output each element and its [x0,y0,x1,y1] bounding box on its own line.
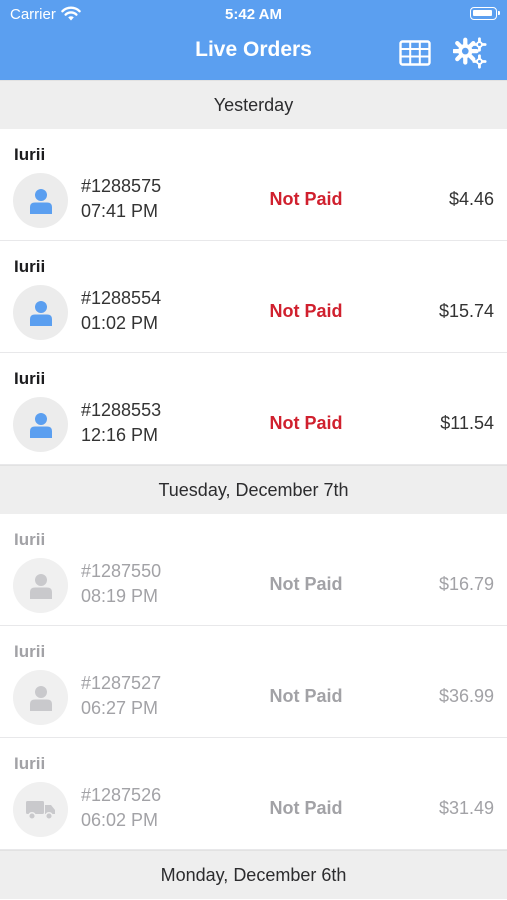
order-number: #1288575 [81,176,162,196]
status-bar: Carrier 5:42 AM [0,0,507,28]
section-header: Tuesday, December 7th [0,465,507,514]
payment-status: Not Paid [269,798,343,818]
orders-list: Yesterday Iurii #1288575 07:41 PM Not Pa… [0,80,507,899]
order-row[interactable]: Iurii #1288554 01:02 PM Not Paid $15.74 [0,241,507,353]
payment-status: Not Paid [269,301,343,321]
order-number: #1287550 [81,561,162,581]
person-icon [29,188,52,214]
avatar [13,670,68,725]
order-number: #1288553 [81,400,162,420]
table-grid-icon [399,40,431,66]
order-amount: $15.74 [438,301,494,321]
customer-name: Iurii [14,754,46,773]
payment-status: Not Paid [269,686,343,706]
person-icon [29,685,52,711]
table-grid-button[interactable] [398,36,432,70]
order-time: 12:16 PM [81,425,159,445]
order-amount: $31.49 [438,798,494,818]
order-amount: $36.99 [438,686,494,706]
order-number: #1287527 [81,673,162,693]
customer-name: Iurii [14,257,46,276]
payment-status: Not Paid [269,413,343,433]
order-row[interactable]: Iurii #1287527 06:27 PM Not Paid $36.99 [0,626,507,738]
navigation-bar: Carrier 5:42 AM Live Orders [0,0,507,80]
avatar [13,782,68,837]
person-icon [29,300,52,326]
battery-icon [470,7,500,20]
payment-status: Not Paid [269,189,343,209]
delivery-truck-icon [25,800,55,820]
order-time: 01:02 PM [81,313,159,333]
gears-icon [453,37,487,69]
order-amount: $16.79 [438,574,494,594]
avatar [13,173,68,228]
order-time: 06:27 PM [81,698,159,718]
person-icon [29,573,52,599]
order-row[interactable]: Iurii #1288575 07:41 PM Not Paid $4.46 [0,129,507,241]
order-amount: $11.54 [440,413,494,433]
order-amount: $4.46 [448,189,494,209]
avatar [13,285,68,340]
order-row[interactable]: Iurii #1288553 12:16 PM Not Paid $11.54 [0,353,507,465]
order-row[interactable]: Iurii #1287526 06:02 PM Not Paid $31.49 [0,738,507,850]
customer-name: Iurii [14,145,46,164]
avatar [13,397,68,452]
order-number: #1287526 [81,785,162,805]
customer-name: Iurii [14,642,46,661]
order-time: 08:19 PM [81,586,159,606]
payment-status: Not Paid [269,574,343,594]
order-time: 07:41 PM [81,201,159,221]
customer-name: Iurii [14,369,46,388]
section-header: Monday, December 6th [0,850,507,899]
customer-name: Iurii [14,530,46,549]
order-number: #1288554 [81,288,162,308]
section-header: Yesterday [0,80,507,129]
status-time: 5:42 AM [225,6,282,23]
settings-button[interactable] [453,36,487,70]
avatar [13,558,68,613]
order-time: 06:02 PM [81,810,159,830]
order-row[interactable]: Iurii #1287550 08:19 PM Not Paid $16.79 [0,514,507,626]
person-icon [29,412,52,438]
